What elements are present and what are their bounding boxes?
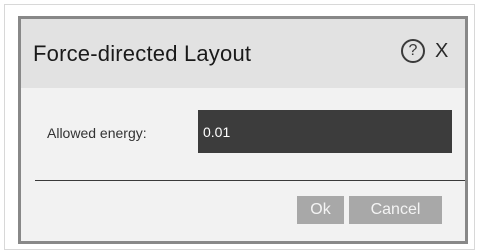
dialog-body: Force-directed Layout ? X Allowed energy… xyxy=(21,19,465,241)
allowed-energy-input[interactable] xyxy=(198,110,452,153)
cancel-button[interactable]: Cancel xyxy=(349,196,442,224)
dialog-title: Force-directed Layout xyxy=(33,41,252,66)
allowed-energy-row: Allowed energy: xyxy=(21,110,465,154)
close-icon[interactable]: X xyxy=(435,39,448,63)
allowed-energy-label: Allowed energy: xyxy=(47,125,147,141)
help-icon[interactable]: ? xyxy=(401,39,425,63)
dialog-titlebar: Force-directed Layout ? X xyxy=(21,19,465,88)
ok-button[interactable]: Ok xyxy=(297,196,344,224)
divider xyxy=(35,180,465,181)
force-directed-layout-dialog: Force-directed Layout ? X Allowed energy… xyxy=(18,16,468,244)
